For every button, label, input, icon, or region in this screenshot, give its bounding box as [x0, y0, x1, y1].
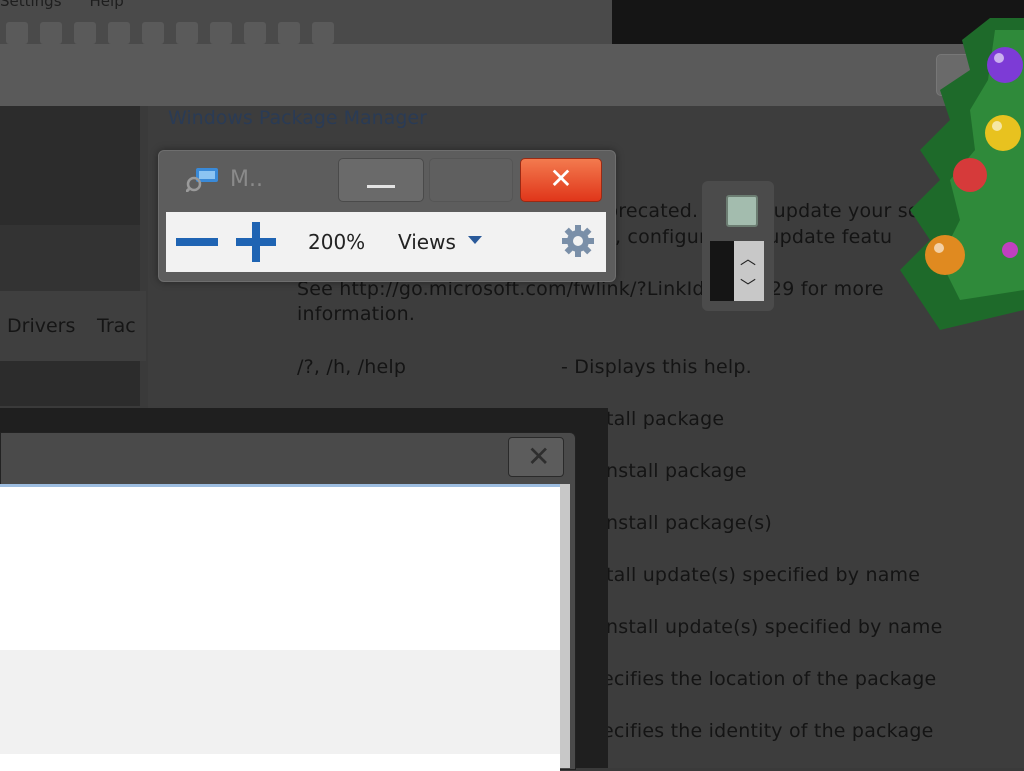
toolbar-icon[interactable] [40, 22, 62, 44]
gear-icon[interactable] [561, 224, 595, 258]
menu-help[interactable]: Help [90, 0, 124, 10]
widget-track [710, 241, 734, 301]
views-dropdown[interactable]: Views [398, 230, 456, 254]
list-item[interactable] [0, 650, 560, 754]
magnifier-title-text: M.. [230, 166, 263, 192]
tab-trac[interactable]: Trac [97, 315, 136, 337]
cmd-line: /?, /h, /help [297, 356, 407, 378]
cmd-line: nstall package(s) [606, 512, 772, 534]
background-tab-strip: Drivers Trac [0, 291, 146, 361]
toolbar-icon[interactable] [278, 22, 300, 44]
minimize-button[interactable] [338, 158, 424, 202]
background-menu-bar: Settings Help [0, 0, 124, 10]
maximize-button[interactable] [429, 158, 513, 202]
dialog-close-button[interactable]: ✕ [508, 437, 564, 477]
cmd-line: tall package [606, 408, 725, 430]
toolbar-icon[interactable] [108, 22, 130, 44]
toolbar-icon[interactable] [176, 22, 198, 44]
magnifier-title: M.. [186, 166, 263, 192]
menu-settings[interactable]: Settings [0, 0, 62, 10]
close-button[interactable]: ✕ [520, 158, 602, 202]
background-left-panel-row [0, 225, 140, 291]
zoom-out-button[interactable] [176, 238, 218, 246]
christmas-tree-icon [900, 18, 1024, 330]
cmd-line: tall update(s) specified by name [606, 564, 921, 586]
zoom-in-button[interactable] [236, 222, 276, 262]
zoom-level: 200% [308, 230, 366, 254]
scroll-widget: ︿ ﹀ [702, 181, 774, 311]
command-window-title: Windows Package Manager [168, 107, 427, 129]
cmd-line: ecifies the location of the package [602, 668, 937, 690]
widget-scroll-buttons: ︿ ﹀ [734, 241, 764, 301]
magnifier-icon [186, 168, 218, 192]
toolbar-icon[interactable] [74, 22, 96, 44]
cmd-line: nstall package [606, 460, 747, 482]
chevron-down-icon[interactable] [468, 236, 482, 244]
close-icon: ✕ [527, 440, 551, 473]
close-icon: ✕ [549, 162, 573, 195]
cmd-line: - Displays this help. [561, 356, 752, 378]
chevron-up-icon[interactable]: ︿ [740, 245, 756, 269]
cmd-line: nstall update(s) specified by name [606, 616, 943, 638]
cmd-line: ecifies the identity of the package [602, 720, 934, 742]
magnifier-toolbar [166, 212, 606, 272]
tab-drivers[interactable]: Drivers [7, 315, 75, 337]
cmd-line: information. [297, 303, 416, 325]
dialog-scrollbar[interactable] [560, 484, 570, 768]
widget-thumbnail[interactable] [726, 195, 758, 227]
toolbar-icon[interactable] [6, 22, 28, 44]
toolbar-icon[interactable] [142, 22, 164, 44]
toolbar-icon[interactable] [244, 22, 266, 44]
chevron-down-icon[interactable]: ﹀ [740, 273, 756, 297]
background-band [0, 44, 1024, 106]
toolbar-icon[interactable] [210, 22, 232, 44]
toolbar-icon[interactable] [312, 22, 334, 44]
